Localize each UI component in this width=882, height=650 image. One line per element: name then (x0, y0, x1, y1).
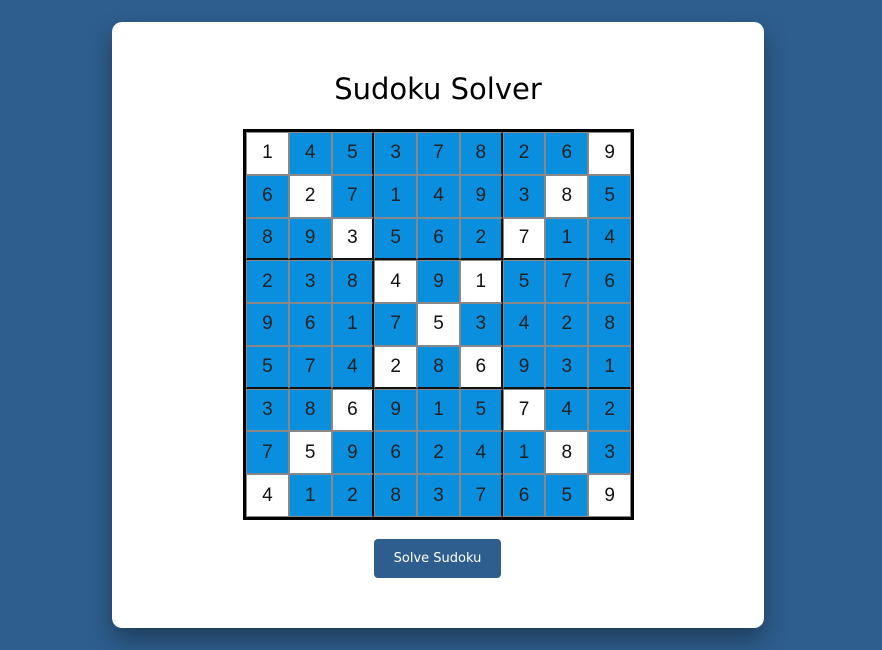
sudoku-cell-r8-c9[interactable]: 3 (588, 431, 631, 475)
sudoku-cell-r2-c8[interactable]: 8 (545, 174, 589, 218)
sudoku-cell-r3-c3[interactable]: 3 (331, 217, 375, 261)
sudoku-cell-r7-c4[interactable]: 9 (374, 388, 418, 432)
sudoku-cell-r3-c9[interactable]: 4 (588, 217, 631, 261)
sudoku-cell-r2-c9[interactable]: 5 (588, 174, 631, 218)
sudoku-cell-r4-c2[interactable]: 3 (288, 260, 332, 304)
sudoku-cell-r6-c6[interactable]: 6 (459, 345, 503, 389)
sudoku-cell-r5-c4[interactable]: 7 (374, 303, 418, 346)
sudoku-cell-r1-c8[interactable]: 6 (545, 132, 589, 175)
sudoku-cell-r2-c6[interactable]: 9 (459, 174, 503, 218)
sudoku-cell-r3-c1[interactable]: 8 (246, 217, 289, 261)
sudoku-cell-r2-c4[interactable]: 1 (374, 174, 418, 218)
sudoku-cell-r2-c2[interactable]: 2 (288, 174, 332, 218)
sudoku-cell-r8-c3[interactable]: 9 (331, 431, 375, 475)
sudoku-cell-r4-c6[interactable]: 1 (459, 260, 503, 304)
sudoku-cell-r4-c7[interactable]: 5 (502, 260, 546, 304)
sudoku-cell-r5-c7[interactable]: 4 (502, 303, 546, 346)
sudoku-cell-r9-c1[interactable]: 4 (246, 474, 289, 517)
sudoku-cell-r9-c9[interactable]: 9 (588, 474, 631, 517)
sudoku-cell-r3-c4[interactable]: 5 (374, 217, 418, 261)
sudoku-cell-r4-c9[interactable]: 6 (588, 260, 631, 304)
sudoku-cell-r9-c6[interactable]: 7 (459, 474, 503, 517)
sudoku-cell-r5-c2[interactable]: 6 (288, 303, 332, 346)
sudoku-cell-r1-c7[interactable]: 2 (502, 132, 546, 175)
sudoku-cell-r2-c1[interactable]: 6 (246, 174, 289, 218)
sudoku-cell-r7-c1[interactable]: 3 (246, 388, 289, 432)
sudoku-cell-r4-c1[interactable]: 2 (246, 260, 289, 304)
sudoku-cell-r8-c4[interactable]: 6 (374, 431, 418, 475)
sudoku-cell-r6-c5[interactable]: 8 (417, 345, 460, 389)
sudoku-cell-r6-c3[interactable]: 4 (331, 345, 375, 389)
sudoku-cell-r5-c6[interactable]: 3 (459, 303, 503, 346)
sudoku-cell-r4-c8[interactable]: 7 (545, 260, 589, 304)
sudoku-cell-r7-c7[interactable]: 7 (502, 388, 546, 432)
sudoku-cell-r2-c7[interactable]: 3 (502, 174, 546, 218)
page-title: Sudoku Solver (334, 72, 542, 106)
sudoku-cell-r7-c5[interactable]: 1 (417, 388, 460, 432)
sudoku-cell-r7-c8[interactable]: 4 (545, 388, 589, 432)
sudoku-cell-r5-c8[interactable]: 2 (545, 303, 589, 346)
sudoku-cell-r9-c7[interactable]: 6 (502, 474, 546, 517)
sudoku-grid: 1453782696271493858935627142384915769617… (243, 129, 634, 520)
sudoku-cell-r5-c5[interactable]: 5 (417, 303, 460, 346)
sudoku-cell-r7-c6[interactable]: 5 (459, 388, 503, 432)
sudoku-cell-r5-c3[interactable]: 1 (331, 303, 375, 346)
sudoku-cell-r9-c8[interactable]: 5 (545, 474, 589, 517)
sudoku-cell-r5-c9[interactable]: 8 (588, 303, 631, 346)
sudoku-cell-r1-c9[interactable]: 9 (588, 132, 631, 175)
sudoku-cell-r8-c2[interactable]: 5 (288, 431, 332, 475)
sudoku-cell-r1-c6[interactable]: 8 (459, 132, 503, 175)
sudoku-cell-r3-c2[interactable]: 9 (288, 217, 332, 261)
sudoku-cell-r7-c2[interactable]: 8 (288, 388, 332, 432)
sudoku-cell-r3-c5[interactable]: 6 (417, 217, 460, 261)
sudoku-cell-r6-c7[interactable]: 9 (502, 345, 546, 389)
sudoku-cell-r5-c1[interactable]: 9 (246, 303, 289, 346)
sudoku-cell-r4-c5[interactable]: 9 (417, 260, 460, 304)
sudoku-cell-r9-c2[interactable]: 1 (288, 474, 332, 517)
sudoku-cell-r6-c1[interactable]: 5 (246, 345, 289, 389)
sudoku-cell-r4-c3[interactable]: 8 (331, 260, 375, 304)
sudoku-cell-r8-c1[interactable]: 7 (246, 431, 289, 475)
sudoku-cell-r6-c8[interactable]: 3 (545, 345, 589, 389)
sudoku-cell-r3-c6[interactable]: 2 (459, 217, 503, 261)
sudoku-cell-r1-c2[interactable]: 4 (288, 132, 332, 175)
solve-sudoku-button[interactable]: Solve Sudoku (374, 539, 501, 578)
sudoku-cell-r4-c4[interactable]: 4 (374, 260, 418, 304)
sudoku-cell-r1-c3[interactable]: 5 (331, 132, 375, 175)
sudoku-cell-r7-c9[interactable]: 2 (588, 388, 631, 432)
sudoku-cell-r3-c7[interactable]: 7 (502, 217, 546, 261)
sudoku-cell-r6-c4[interactable]: 2 (374, 345, 418, 389)
sudoku-cell-r1-c1[interactable]: 1 (246, 132, 289, 175)
sudoku-cell-r6-c9[interactable]: 1 (588, 345, 631, 389)
sudoku-cell-r1-c4[interactable]: 3 (374, 132, 418, 175)
sudoku-cell-r8-c6[interactable]: 4 (459, 431, 503, 475)
sudoku-cell-r1-c5[interactable]: 7 (417, 132, 460, 175)
sudoku-cell-r9-c5[interactable]: 3 (417, 474, 460, 517)
sudoku-cell-r9-c4[interactable]: 8 (374, 474, 418, 517)
sudoku-cell-r2-c5[interactable]: 4 (417, 174, 460, 218)
sudoku-cell-r7-c3[interactable]: 6 (331, 388, 375, 432)
sudoku-cell-r8-c7[interactable]: 1 (502, 431, 546, 475)
sudoku-cell-r6-c2[interactable]: 7 (288, 345, 332, 389)
sudoku-cell-r8-c8[interactable]: 8 (545, 431, 589, 475)
sudoku-cell-r2-c3[interactable]: 7 (331, 174, 375, 218)
sudoku-cell-r8-c5[interactable]: 2 (417, 431, 460, 475)
sudoku-cell-r3-c8[interactable]: 1 (545, 217, 589, 261)
sudoku-card: Sudoku Solver 14537826962714938589356271… (112, 22, 764, 628)
sudoku-cell-r9-c3[interactable]: 2 (331, 474, 375, 517)
